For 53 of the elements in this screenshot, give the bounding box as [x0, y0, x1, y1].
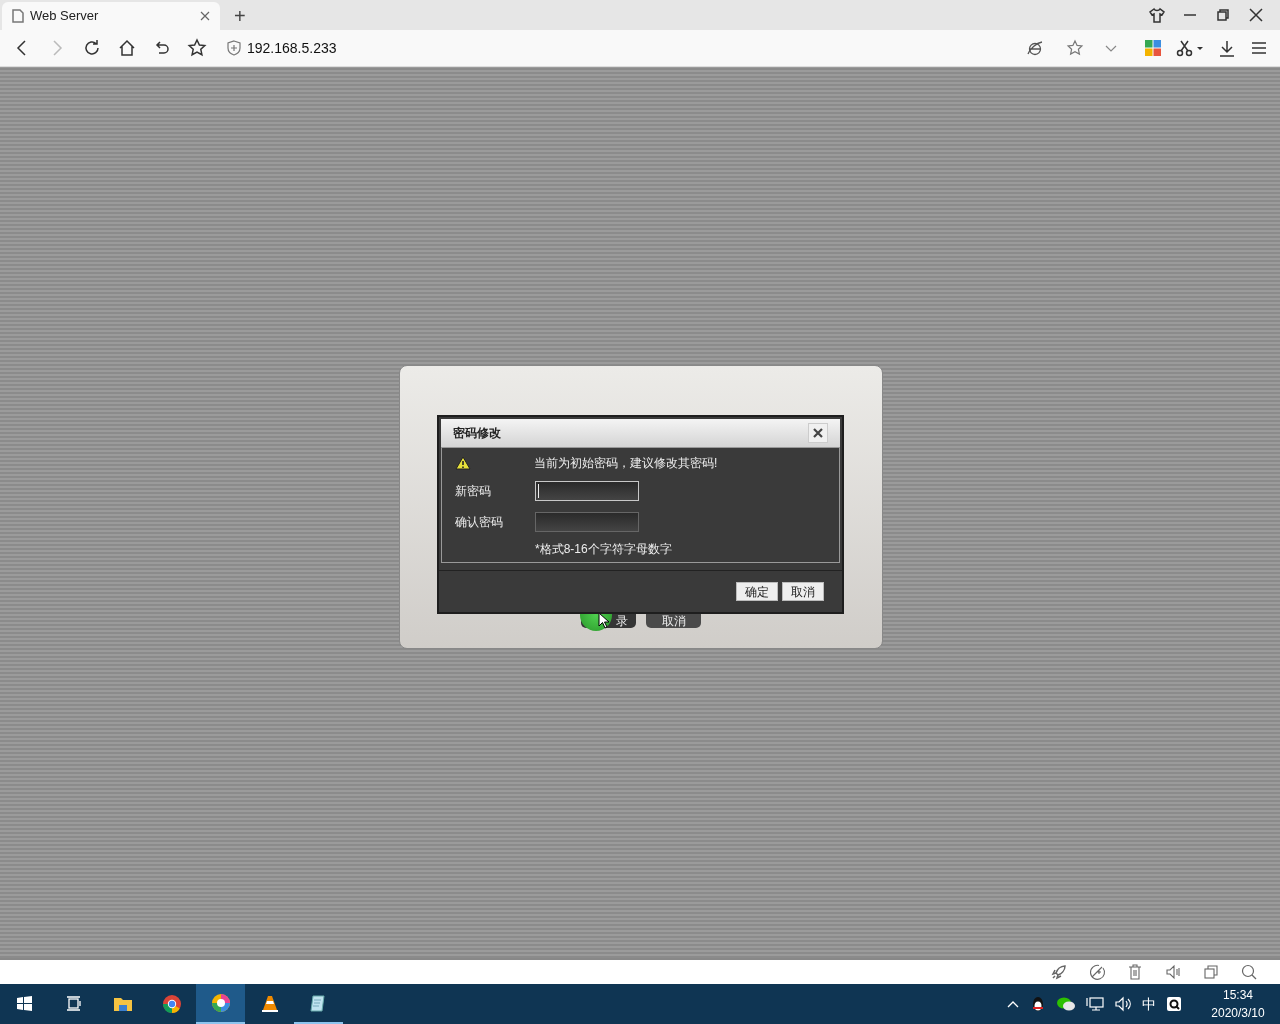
restore-icon[interactable] — [1215, 7, 1231, 23]
star-icon[interactable] — [187, 38, 207, 58]
traffic-cone-icon — [259, 994, 280, 1014]
chat-bubbles-icon[interactable] — [1056, 996, 1076, 1012]
ie-icon[interactable] — [1026, 39, 1044, 57]
scissors-icon[interactable] — [1176, 39, 1204, 57]
star-icon[interactable] — [1066, 39, 1084, 57]
clock[interactable]: 15:34 2020/3/10 — [1202, 986, 1274, 1022]
volume-icon[interactable] — [1164, 963, 1182, 981]
ime-indicator[interactable]: 中 — [1142, 993, 1156, 1015]
address-text: 192.168.5.233 — [247, 38, 337, 58]
cursor-icon — [598, 612, 610, 630]
browser-icon — [161, 994, 182, 1014]
shield-icon — [227, 40, 241, 56]
shirt-icon[interactable] — [1149, 7, 1165, 23]
tab-title: Web Server — [30, 7, 100, 26]
q-app-icon[interactable] — [1166, 996, 1182, 1012]
warning-message: 当前为初始密码，建议修改其密码! — [534, 455, 718, 472]
download-icon[interactable] — [1218, 39, 1236, 57]
password-field[interactable] — [535, 480, 639, 501]
clock-time: 15:34 — [1223, 987, 1253, 1004]
field-label: 确认密码 — [455, 513, 504, 531]
trash-icon[interactable] — [1126, 963, 1144, 981]
password-field[interactable] — [535, 511, 639, 532]
close-button[interactable] — [808, 423, 828, 443]
format-hint: *格式8-16个字符字母数字 — [535, 541, 673, 558]
dialog-button[interactable]: 确定 — [736, 582, 778, 601]
page-icon — [12, 9, 24, 23]
search-icon[interactable] — [1240, 963, 1258, 981]
taskbar-button[interactable] — [196, 984, 245, 1024]
penguin-icon[interactable] — [1030, 995, 1046, 1013]
window-icon[interactable] — [1202, 963, 1220, 981]
speed-icon[interactable] — [1088, 963, 1106, 981]
menu-icon[interactable] — [1250, 39, 1268, 57]
reload-icon[interactable] — [82, 38, 102, 58]
browser-tab[interactable]: Web Server — [2, 2, 220, 30]
close-icon[interactable] — [1248, 7, 1264, 23]
clock-date: 2020/3/10 — [1211, 1005, 1265, 1022]
panel-button[interactable]: 取消 — [646, 614, 701, 628]
dialog-title: 密码修改 — [453, 425, 501, 442]
color-wheel-icon — [210, 993, 231, 1013]
field-label: 新密码 — [455, 482, 492, 500]
dialog-button[interactable]: 取消 — [782, 582, 824, 601]
tiles-icon[interactable] — [1144, 39, 1162, 57]
home-icon[interactable] — [117, 38, 137, 58]
rocket-icon[interactable] — [1050, 963, 1068, 981]
network-icon[interactable] — [1086, 996, 1104, 1012]
new-tab-button[interactable]: + — [234, 6, 246, 26]
warning-icon — [455, 456, 471, 470]
close-icon — [813, 428, 823, 438]
windows-icon — [14, 994, 35, 1014]
volume-icon[interactable] — [1114, 996, 1132, 1012]
close-icon[interactable] — [200, 11, 210, 21]
